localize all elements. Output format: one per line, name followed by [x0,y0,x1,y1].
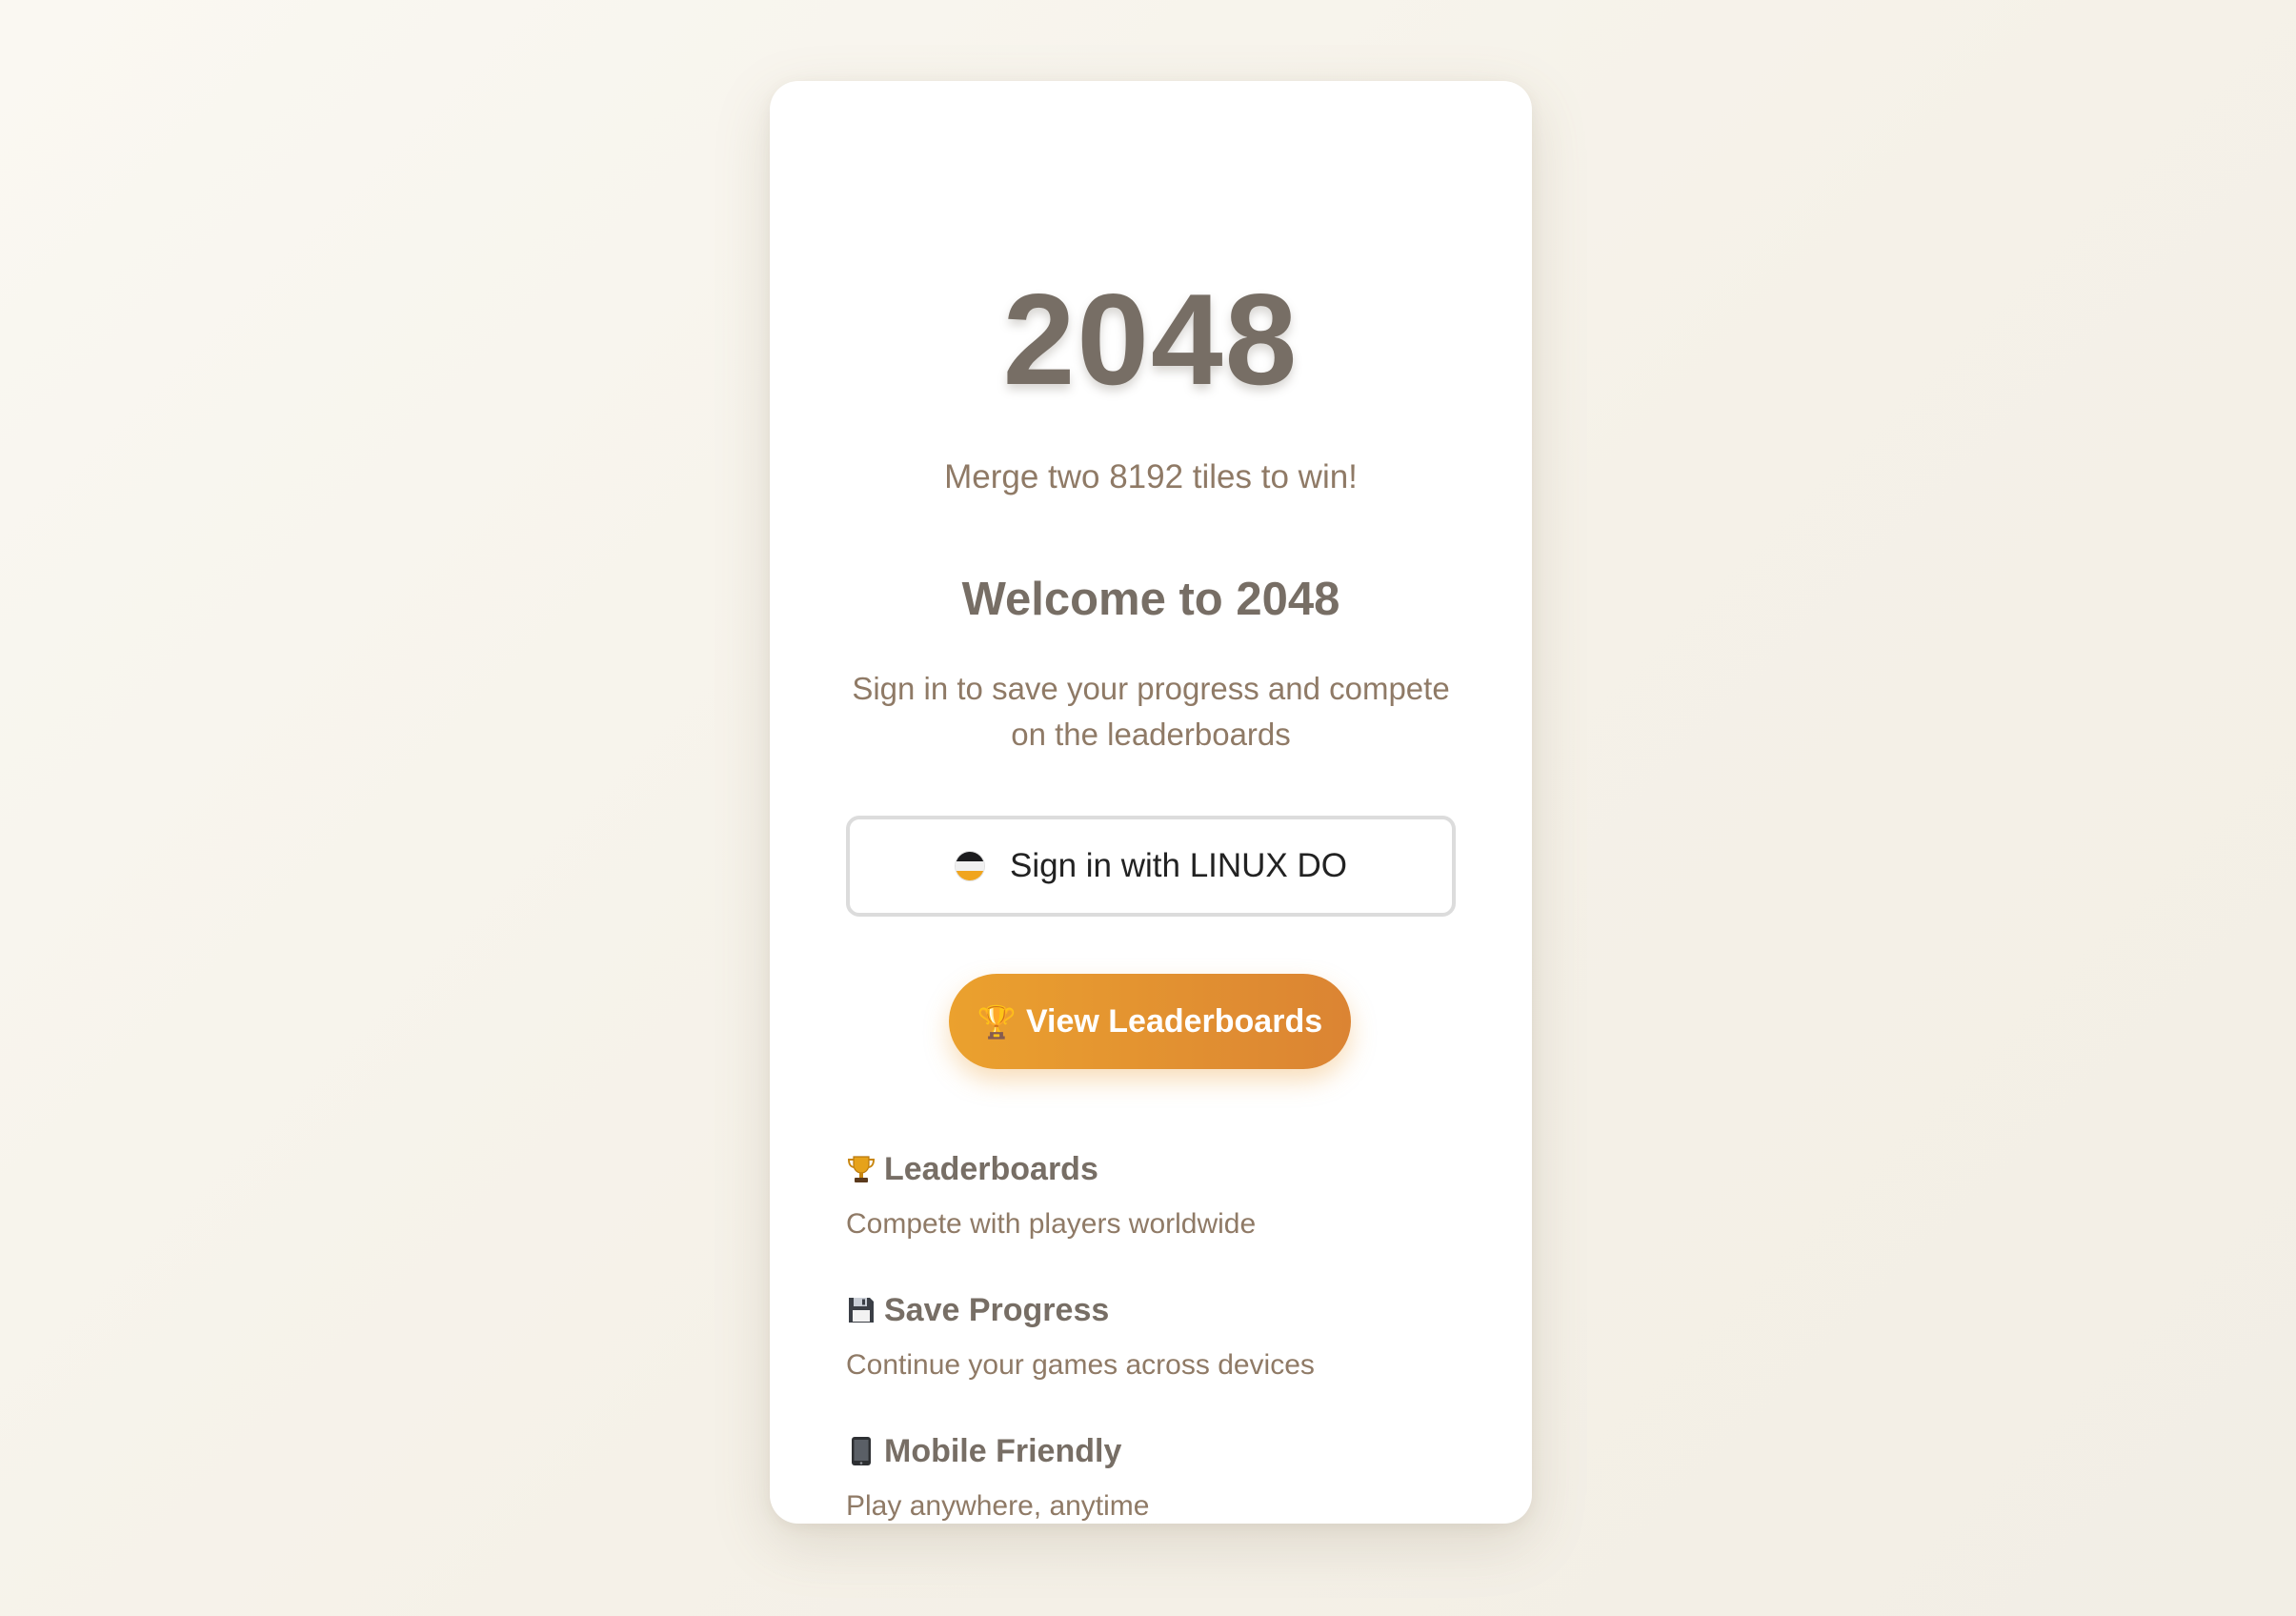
view-leaderboards-label: View Leaderboards [1025,1002,1323,1040]
trophy-icon: 🏆 [977,1003,1017,1040]
feature-save-progress: Save Progress Continue your games across… [846,1287,1456,1428]
feature-list: Leaderboards Compete with players worldw… [846,1146,1456,1569]
login-card: 2048 Merge two 8192 tiles to win! Welcom… [770,81,1532,1524]
game-subtitle: Merge two 8192 tiles to win! [944,458,1358,495]
game-logo: 2048 [1002,267,1299,412]
floppy-disk-icon [846,1294,876,1326]
feature-description: Continue your games across devices [846,1349,1315,1381]
feature-description: Compete with players worldwide [846,1208,1257,1240]
feature-leaderboards: Leaderboards Compete with players worldw… [846,1146,1456,1287]
welcome-heading: Welcome to 2048 [961,574,1340,625]
signin-description: Sign in to save your progress and compet… [852,671,1450,752]
feature-title: Mobile Friendly [884,1432,1122,1469]
signin-linux-do-button[interactable]: Sign in with LINUX DO [846,816,1456,917]
trophy-icon [846,1153,876,1185]
feature-description: Play anywhere, anytime [846,1490,1150,1522]
feature-mobile-friendly: Mobile Friendly Play anywhere, anytime [846,1428,1456,1569]
mobile-phone-icon [846,1435,876,1467]
feature-title: Save Progress [884,1291,1110,1328]
linux-do-logo-icon [954,851,985,881]
feature-title: Leaderboards [884,1150,1098,1187]
view-leaderboards-button[interactable]: 🏆 View Leaderboards [949,974,1351,1069]
signin-button-label: Sign in with LINUX DO [1009,847,1348,884]
